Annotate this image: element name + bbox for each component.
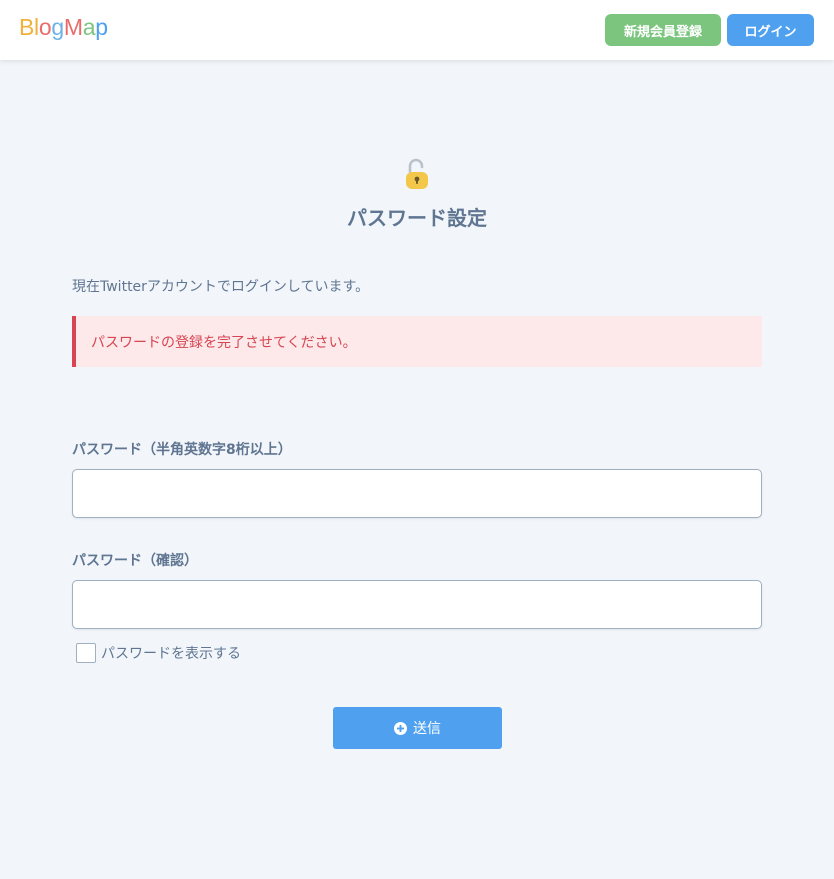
login-status-text: 現在Twitterアカウントでログインしています。 xyxy=(72,279,370,295)
logo-letter: p xyxy=(95,14,108,40)
logo-letter: o xyxy=(38,14,52,40)
logo-letter: M xyxy=(63,14,83,40)
unlocked-lock-icon xyxy=(405,158,429,190)
blogmap-logo[interactable]: BlogMap xyxy=(19,14,108,41)
page-title: パスワード設定 xyxy=(347,206,487,230)
password-input[interactable] xyxy=(72,469,762,518)
show-password-toggle[interactable]: パスワードを表示する xyxy=(76,642,241,664)
register-button[interactable]: 新規会員登録 xyxy=(605,14,721,46)
alert-text: パスワードの登録を完了させてください。 xyxy=(91,334,357,351)
logo-letter: a xyxy=(82,14,96,40)
logo-letter: B xyxy=(19,14,35,40)
confirm-password-label: パスワード（確認） xyxy=(72,553,198,569)
logo-letter: g xyxy=(51,14,64,40)
password-label: パスワード（半角英数字8桁以上） xyxy=(72,442,292,458)
submit-button[interactable]: 送信 xyxy=(333,707,502,749)
login-button[interactable]: ログイン xyxy=(727,14,814,46)
header: BlogMap 新規会員登録 ログイン xyxy=(0,0,834,60)
plus-circle-icon xyxy=(394,721,407,735)
show-password-checkbox[interactable] xyxy=(76,643,96,663)
alert-message: パスワードの登録を完了させてください。 xyxy=(72,316,762,367)
submit-label: 送信 xyxy=(413,720,441,736)
confirm-password-input[interactable] xyxy=(72,580,762,629)
show-password-label[interactable]: パスワードを表示する xyxy=(101,643,241,663)
